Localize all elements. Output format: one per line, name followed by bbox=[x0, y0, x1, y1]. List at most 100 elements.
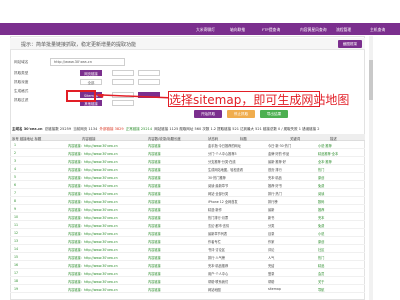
summary-external: 外部链接 3829 bbox=[99, 127, 124, 131]
table-cell-status: 内容链接 bbox=[148, 248, 161, 252]
table-cell-id: 4 bbox=[14, 167, 17, 171]
column-header[interactable]: 内容链接 bbox=[82, 136, 96, 141]
table-cell-url[interactable]: 内容链接：http://www.30'xea.cn bbox=[68, 271, 128, 276]
table-cell-title: 金手指·今日推荐的网址 bbox=[208, 144, 241, 148]
action-button-3[interactable]: 导出结果 bbox=[260, 110, 288, 118]
table-cell-url[interactable]: 内容链接：http://www.30'xea.cn bbox=[68, 159, 128, 164]
table-cell-url[interactable]: 内容链接：http://www.30'xea.cn bbox=[68, 191, 128, 196]
table-cell-kw: 首页·排行 bbox=[268, 168, 282, 172]
action-button-1[interactable]: 开始抓取 bbox=[194, 110, 222, 118]
nav-item-1[interactable]: 大米寄聊灯 bbox=[196, 26, 215, 34]
action-button-2[interactable]: 停止抓取 bbox=[227, 110, 255, 118]
column-header[interactable]: 序号 链接地址 标题 bbox=[12, 136, 41, 141]
table-cell-title: 精选·新作 bbox=[208, 208, 222, 212]
option-chip[interactable] bbox=[138, 70, 160, 76]
table-cell-url[interactable]: 内容链接：http://www.30'xea.cn bbox=[68, 287, 128, 292]
table-cell-kw: 分类 bbox=[268, 224, 275, 228]
nav-item-4[interactable]: 内容黄星风查询 bbox=[300, 26, 327, 34]
table-cell-url[interactable]: 内容链接：http://www.30'xea.cn bbox=[68, 247, 128, 252]
table-cell-url[interactable]: 内容链接：http://www.30'xea.cn bbox=[68, 239, 128, 244]
table-cell-id: 7 bbox=[14, 191, 17, 195]
table-cell-kw: sitemap bbox=[268, 287, 281, 291]
table-cell-url[interactable]: 内容链接：http://www.30'xea.cn bbox=[68, 223, 128, 228]
top-header bbox=[0, 0, 400, 23]
table-cell-id: 3 bbox=[14, 159, 17, 163]
table-cell-id: 19 bbox=[14, 287, 19, 291]
table-cell-desc: 热门 bbox=[318, 256, 325, 260]
sitemap-highlight-box bbox=[66, 90, 96, 102]
table-cell-title: 生成网站地图，轻松查看 bbox=[208, 168, 244, 172]
table-cell-status: 内容链接 bbox=[148, 176, 161, 180]
table-cell-status: 内容链接 bbox=[148, 240, 161, 244]
table-cell-status: 内容链接 bbox=[148, 200, 161, 204]
table-cell-id: 6 bbox=[14, 183, 17, 187]
table-cell-title: 用户·个人中心 bbox=[208, 272, 229, 276]
table-cell-desc: 免费 bbox=[318, 184, 325, 188]
table-cell-status: 内容链接 bbox=[148, 232, 161, 236]
table-cell-kw: 今日·新·30·热门 bbox=[268, 144, 292, 148]
url-input[interactable]: http://www.30'xea.cn bbox=[50, 58, 125, 66]
table-cell-title: 网站地图 bbox=[208, 288, 221, 292]
table-cell-url[interactable]: 内容链接：http://www.30'xea.cn bbox=[68, 199, 128, 204]
table-cell-status: 内容链接 bbox=[148, 272, 161, 276]
table-header bbox=[10, 134, 365, 141]
column-header[interactable]: 描述 bbox=[330, 136, 337, 141]
table-cell-url[interactable]: 内容链接：http://www.30'xea.cn bbox=[68, 207, 128, 212]
top-action-button[interactable]: 截图框架 bbox=[338, 40, 362, 48]
nav-item-5[interactable]: 流程管理 bbox=[336, 26, 351, 34]
table-cell-url[interactable]: 内容链接：http://www.30'xea.cn bbox=[68, 167, 128, 172]
table-cell-url[interactable]: 内容链接：http://www.30'xea.cn bbox=[68, 215, 128, 220]
option-chip[interactable]: 全部 bbox=[80, 79, 102, 85]
table-cell-desc: 免费 bbox=[318, 224, 325, 228]
table-cell-id: 16 bbox=[14, 263, 19, 267]
table-cell-url[interactable]: 内容链接：http://www.30'xea.cn bbox=[68, 255, 128, 260]
nav-item-2[interactable]: 轴向联推 bbox=[230, 26, 245, 34]
table-cell-url[interactable]: 内容链接：http://www.30'xea.cn bbox=[68, 183, 128, 188]
table-cell-id: 12 bbox=[14, 231, 19, 235]
scrollbar-thumb[interactable] bbox=[369, 60, 373, 100]
annotation-arrow bbox=[96, 94, 175, 99]
table-cell-url[interactable]: 内容链接：http://www.30'xea.cn bbox=[68, 143, 128, 148]
table-cell-url[interactable]: 内容链接：http://www.30'xea.cn bbox=[68, 175, 128, 180]
summary-ok: 正常链接 25214 bbox=[125, 127, 153, 131]
table-cell-url[interactable]: 内容链接：http://www.30'xea.cn bbox=[68, 279, 128, 284]
table-cell-desc: 社区 bbox=[318, 248, 325, 252]
table-cell-id: 13 bbox=[14, 239, 19, 243]
table-cell-title: 分门·个人中心推荐3 bbox=[208, 152, 237, 156]
table-cell-desc: 导航 bbox=[318, 288, 325, 292]
table-cell-url[interactable]: 内容链接：http://www.30'xea.cn bbox=[68, 263, 128, 268]
column-header[interactable]: 标题 bbox=[240, 136, 247, 141]
table-cell-id: 11 bbox=[14, 223, 19, 227]
nav-item-3[interactable]: FTP提查询 bbox=[262, 26, 280, 34]
tip-text: 提示：简单批量链接抓取，稳定更新增量的提取功能 bbox=[21, 42, 137, 48]
table-cell-status: 内容链接 bbox=[148, 264, 161, 268]
table-cell-url[interactable]: 内容链接：http://www.30'xea.cn bbox=[68, 231, 128, 236]
table-cell-title: iPhone 12 全网首发 bbox=[208, 200, 238, 204]
column-header[interactable]: 内容数/收录/标题长度 bbox=[148, 136, 181, 141]
table-cell-kw: 完本·精品 bbox=[268, 176, 282, 180]
option-chip[interactable] bbox=[138, 79, 160, 85]
table-cell-kw: 目录 bbox=[268, 232, 275, 236]
option-chip[interactable]: 网页链接 bbox=[80, 70, 102, 76]
table-cell-title: 阅读·最新章节 bbox=[208, 184, 229, 188]
table-cell-kw: 金牌·好的·作品 bbox=[268, 152, 290, 156]
table-cell-title: 分支推荐·分类·在线 bbox=[208, 160, 236, 164]
table-cell-desc: 原创 bbox=[318, 176, 325, 180]
table-cell-title: 完本·精品推荐 bbox=[208, 264, 229, 268]
table-cell-kw: 帮助 bbox=[268, 280, 275, 284]
table-cell-kw: 新书 bbox=[268, 216, 275, 220]
table-cell-kw: 完结 bbox=[268, 264, 275, 268]
column-header[interactable]: 状态码 bbox=[208, 136, 218, 141]
table-cell-title: 排行·人气榜 bbox=[208, 256, 225, 260]
option-chip[interactable] bbox=[112, 70, 134, 76]
table-cell-id: 5 bbox=[14, 175, 17, 179]
table-cell-title: 热门排行·月票 bbox=[208, 216, 229, 220]
table-cell-desc: 小说 bbox=[318, 232, 325, 236]
column-header[interactable]: 关键词 bbox=[290, 136, 300, 141]
table-cell-title: 最新章节列表 bbox=[208, 232, 228, 236]
table-cell-url[interactable]: 内容链接：http://www.30'xea.cn bbox=[68, 151, 128, 156]
table-cell-desc: 热门 bbox=[318, 168, 325, 172]
nav-item-6[interactable]: 主机查询 bbox=[370, 26, 385, 34]
crawl-depth-label: 抓取深度 bbox=[14, 80, 29, 84]
option-chip[interactable] bbox=[112, 79, 134, 85]
